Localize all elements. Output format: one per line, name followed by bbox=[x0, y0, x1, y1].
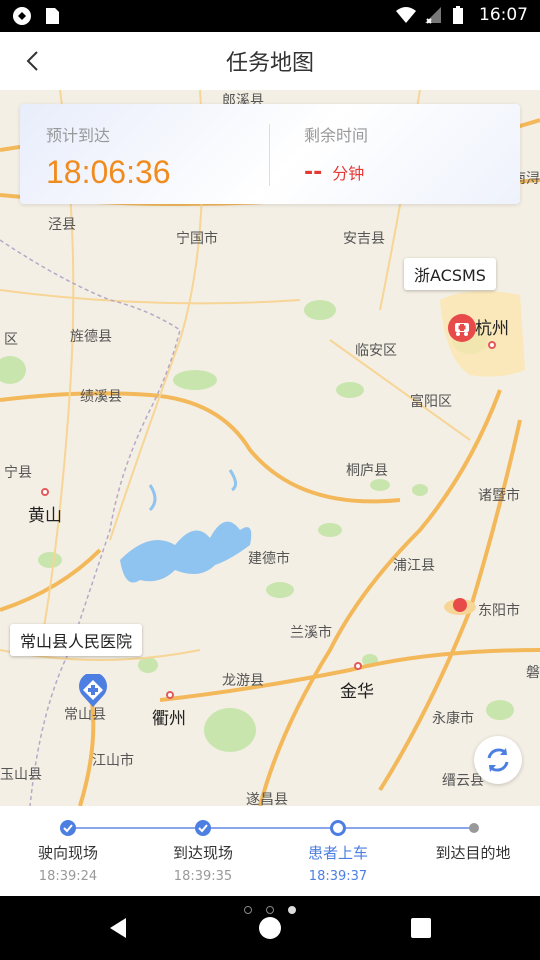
remaining-caption: 剩余时间 bbox=[304, 126, 369, 145]
map-label: 黄山 bbox=[28, 506, 62, 526]
step-time: 18:39:24 bbox=[38, 869, 98, 884]
map-label: 富阳区 bbox=[410, 394, 452, 410]
app-notification-icon bbox=[12, 6, 32, 26]
map-label: 诸暨市 bbox=[478, 488, 520, 504]
step-name: 驶向现场 bbox=[37, 844, 98, 862]
remaining-value: -- bbox=[304, 160, 323, 185]
app-header: 任务地图 bbox=[0, 32, 540, 90]
task-progress: 驶向现场 18:39:24 到达现场 18:39:35 患者上车 18:39:3… bbox=[0, 806, 540, 896]
map-label: 旌德县 bbox=[70, 329, 112, 345]
recents-square-icon bbox=[411, 918, 431, 938]
check-icon bbox=[198, 824, 208, 833]
step-name: 到达现场 bbox=[172, 844, 233, 862]
map-label: 江山市 bbox=[92, 753, 134, 769]
nav-home-button[interactable] bbox=[258, 916, 282, 940]
system-nav-bar bbox=[0, 896, 540, 960]
map-label: 玉山县 bbox=[0, 767, 42, 783]
signal-icon bbox=[423, 5, 443, 25]
battery-icon bbox=[451, 5, 471, 25]
step-arrive-scene: 到达现场 18:39:35 bbox=[138, 842, 268, 884]
back-triangle-icon bbox=[110, 918, 126, 938]
home-circle-icon bbox=[259, 917, 281, 939]
progress-track bbox=[68, 827, 474, 829]
step-arrive-destination: 到达目的地 bbox=[408, 842, 538, 869]
map-label: 泾县 bbox=[48, 217, 76, 233]
map-label: 桐庐县 bbox=[346, 463, 388, 479]
step-node-4 bbox=[469, 823, 479, 833]
page-indicator bbox=[0, 906, 540, 914]
eta-caption: 预计到达 bbox=[46, 126, 111, 145]
map-label: 建德市 bbox=[248, 551, 290, 567]
step-node-3 bbox=[330, 820, 346, 836]
step-node-2 bbox=[195, 820, 211, 836]
vehicle-callout[interactable]: 浙ACSMS bbox=[404, 258, 496, 290]
step-drive-to-scene: 驶向现场 18:39:24 bbox=[3, 842, 133, 884]
nav-recents-button[interactable] bbox=[410, 917, 432, 939]
map-label: 永康市 bbox=[432, 711, 474, 727]
map-label: 衢州 bbox=[152, 709, 186, 729]
page-dot bbox=[266, 906, 274, 914]
step-time: 18:39:37 bbox=[308, 869, 368, 884]
map-label: 杭州 bbox=[475, 319, 509, 339]
map-label: 东阳市 bbox=[478, 603, 520, 619]
map-label: 遂昌县 bbox=[246, 792, 288, 806]
map-view[interactable]: 郎溪县 南浔 泾县 宁国市 安吉县 旌德县 区 临安区 杭州 绩溪县 富阳区 桐… bbox=[0, 90, 540, 806]
eta-time: 18:06:36 bbox=[46, 154, 171, 190]
map-label: 龙游县 bbox=[222, 673, 264, 689]
refresh-icon bbox=[487, 748, 509, 772]
step-name: 到达目的地 bbox=[435, 844, 511, 862]
wifi-icon bbox=[395, 5, 416, 25]
page-dot bbox=[288, 906, 296, 914]
card-divider bbox=[269, 124, 270, 186]
remaining-unit: 分钟 bbox=[332, 164, 365, 183]
hospital-marker[interactable] bbox=[77, 672, 109, 708]
page-title: 任务地图 bbox=[225, 51, 314, 76]
map-label: 浦江县 bbox=[393, 558, 435, 574]
step-patient-boarded: 患者上车 18:39:37 bbox=[273, 842, 403, 884]
step-name: 患者上车 bbox=[307, 844, 368, 862]
nav-back-button[interactable] bbox=[106, 916, 130, 940]
map-label: 绩溪县 bbox=[80, 389, 122, 405]
step-node-1 bbox=[60, 820, 76, 836]
page-dot bbox=[244, 906, 252, 914]
status-bar: 16:07 bbox=[0, 0, 540, 32]
refresh-button[interactable] bbox=[474, 736, 522, 784]
map-label: 兰溪市 bbox=[290, 625, 332, 641]
map-label: 临安区 bbox=[355, 343, 397, 359]
map-label: 区 bbox=[4, 332, 18, 348]
check-icon bbox=[63, 824, 73, 833]
city-marker bbox=[443, 595, 477, 615]
sd-card-icon bbox=[42, 6, 62, 26]
eta-card: 预计到达 18:06:36 剩余时间 -- 分钟 bbox=[20, 104, 520, 204]
step-time: 18:39:35 bbox=[173, 869, 233, 884]
ambulance-marker[interactable] bbox=[447, 313, 477, 343]
map-label: 金华 bbox=[340, 682, 374, 702]
status-time: 16:07 bbox=[479, 5, 528, 25]
map-label: 宁国市 bbox=[176, 231, 218, 247]
hospital-callout[interactable]: 常山县人民医院 bbox=[10, 624, 143, 656]
map-label: 安吉县 bbox=[343, 231, 385, 247]
hospital-pin-icon bbox=[79, 672, 107, 707]
map-label: 宁县 bbox=[4, 465, 32, 481]
map-label: 磐 bbox=[526, 665, 540, 681]
ambulance-icon bbox=[448, 314, 476, 342]
